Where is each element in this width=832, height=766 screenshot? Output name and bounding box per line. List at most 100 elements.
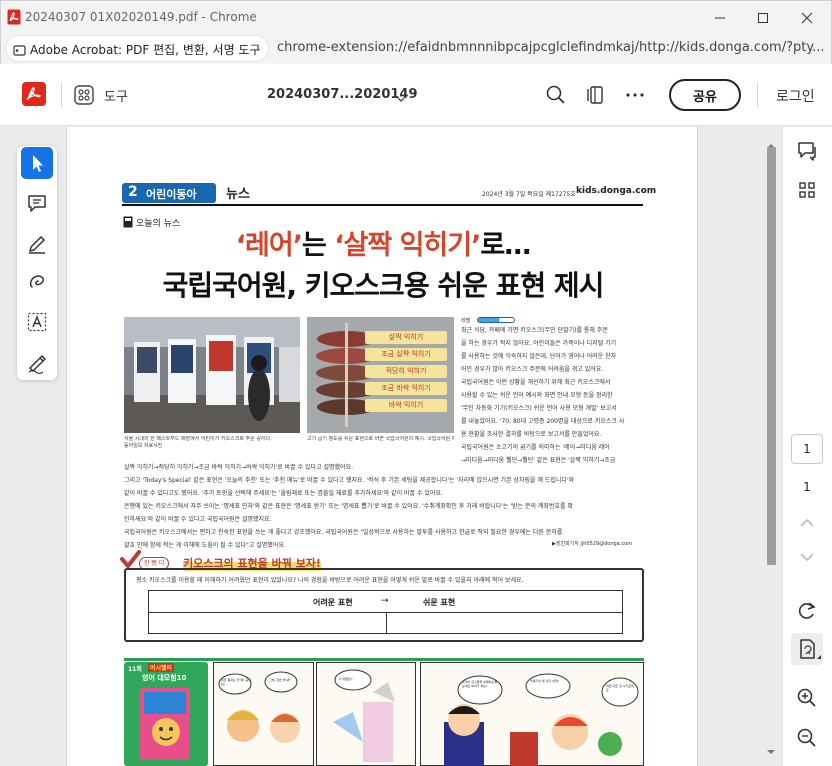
article-line: 어인 경우가 많아 키오스크 주문에 어려움을 겪고 있어요. [461,366,604,373]
comic-title-2: 영어 대모험10 [142,674,187,682]
rotate-icon[interactable] [791,594,823,626]
comic-title-1: 머시멜의 [148,663,175,672]
draw-freehand-icon[interactable] [21,266,53,298]
next-page-icon[interactable] [791,541,823,573]
title-bar: 20240307 01X02020149.pdf - Chrome [0,0,832,34]
comic-bubble: 그래, 한번 해 봐! [269,678,291,682]
zoom-in-icon[interactable] [791,682,823,714]
article-line: 국립국어원은 키오스크에서는 편하고 친숙한 표현을 쓰는 게 좋다고 강조했어… [124,529,563,536]
page-extract-icon[interactable] [791,633,823,665]
extension-name: Adobe Acrobat: PDF 편집, 변환, 서명 도구 [30,43,261,57]
article-line: 최근 식당, 카페에 가면 키오스크(무인 단말기)를 통해 주문 [461,327,608,334]
minimize-icon[interactable] [711,9,729,27]
add-comment-icon[interactable] [21,187,53,219]
table-col-hard: 어려운 표현 [313,598,353,607]
comments-icon[interactable] [791,135,823,167]
steak-label-3: 적당히 익히기 [365,365,447,378]
comic-bubble: 이 애들은? [339,677,353,681]
article-line: 를 사용하는 것에 익숙하지 않은데, 단어가 영어나 어려운 한자 [461,353,617,360]
maximize-icon[interactable] [754,9,772,27]
photo-caption-2: 고기 굽기 정도를 쉬운 표현으로 바꾼 국립국어원의 예시. 국립국어원 제공 [307,436,454,442]
address-bar: Adobe Acrobat: PDF 편집, 변환, 서명 도구 chrome-… [0,34,832,64]
headline-mid-2: 로… [480,230,531,261]
photo-caption-1: 서울 시내의 한 패스트푸드 매장에서 어린이가 키오스크로 주문 중이다. 동… [124,436,300,450]
comic-book-ad: 11회 머시멜의 영어 대모험10 [124,662,208,766]
reading-level-bar [477,317,515,323]
comic-bubble: 파란 다른 것 시키로워요 [606,684,634,692]
article-line: 을 하는 경우가 적지 않아요. 어린이들은 가족이나 디지털 기기 [461,340,617,347]
url-text[interactable]: chrome-extension://efaidnbmnnnibpcajpcgl… [277,40,829,55]
comic-episode: 11회 [128,666,142,673]
activity-box: 평소 키오스크를 이용할 때 이해하기 어려웠던 표현이 있었나요? 나의 경험… [124,568,644,642]
page-view-icon[interactable] [585,84,607,106]
text-select-icon[interactable] [21,306,53,338]
article-line: 국립국어원은 이런 상황을 개선하기 위해 최근 키오스크에서 [461,379,611,386]
header-rule [122,204,643,206]
article-line: 인하세요'와 같이 바꿀 수 있다고 국립국어원은 설명했지요. [124,516,272,523]
total-pages: 1 [803,480,811,494]
acrobat-toolbar: 도구 20240307...2020149 공유 로그인 [0,64,832,126]
search-icon[interactable] [545,84,567,106]
steak-label-1: 살짝 익히기 [365,331,447,344]
checkmark-icon [119,550,141,570]
extension-page-icon [13,42,26,56]
more-options-icon[interactable] [624,84,646,106]
issue-date: 2024년 3월 7일 목요일 제17275호 [482,191,576,198]
article-right-column: 최근 식당, 카페에 가면 키오스크(무인 단말기)를 통해 주문 을 하는 경… [461,324,643,467]
headline-mid-1: 는 [301,230,335,261]
tools-label[interactable]: 도구 [104,86,128,105]
toolbar-divider-2 [757,82,758,108]
steak-label-5: 바싹 익히기 [365,399,447,412]
article-full-width: 살짝 익히기→적당히 익히기→조금 바싹 익히기→바싹 익히기'로 바꿀 수 있… [124,461,644,552]
steak-illustration: 살짝 익히기 조금 살짝 익히기 적당히 익히기 조금 바싹 익히기 바싹 익히… [307,317,454,433]
pdf-page: 2 어린이동아 뉴스 2024년 3월 7일 목요일 제17275호 kids.… [66,127,698,766]
share-button[interactable]: 공유 [669,79,741,111]
byline: ▶장진희기자 jjh0529@donga.com [552,541,633,547]
acrobat-logo-icon[interactable] [22,82,46,106]
fill-sign-icon[interactable] [21,345,53,377]
previous-page-icon[interactable] [791,507,823,539]
photo-caption-1-source: 동아일보 자료사진 [124,443,163,449]
document-workspace: 2 어린이동아 뉴스 2024년 3월 7일 목요일 제17275호 kids.… [0,127,782,766]
section-tag: 뉴스 [226,187,250,202]
steak-label-4: 조금 바싹 익히기 [365,382,447,395]
headline-line-1: ‘레어’는 ‘살짝 익히기’로… [67,223,697,262]
tools-grid-icon[interactable] [73,84,95,106]
box-prompt: 평소 키오스크를 이용할 때 이해하기 어려웠던 표현이 있었나요? 나의 경험… [136,577,524,584]
article-line: 살짝 익히기→적당히 익히기→조금 바싹 익히기→바싹 익히기'로 바꿀 수 있… [124,464,354,471]
comic-bubble: 주걱아 한구들을 실패하도록 보내는 봐야가 하는? [462,680,498,688]
table-arrow: → [381,596,389,606]
kiosk-photo [124,317,300,433]
highlight-pen-icon[interactable] [21,226,53,258]
photo-caption-1-text: 서울 시내의 한 패스트푸드 매장에서 어린이가 키오스크로 주문 중이다. [124,436,272,442]
close-icon[interactable] [798,9,816,27]
zoom-out-icon[interactable] [791,722,823,754]
select-cursor-icon[interactable] [21,147,53,179]
page-number-input[interactable]: 1 [791,434,823,464]
site-name: kids.donga.com [576,186,657,196]
right-side-panel: 1 1 [782,127,832,766]
newspaper-header: 2 어린이동아 뉴스 2024년 3월 7일 목요일 제17275호 kids.… [122,182,656,204]
extension-chip[interactable]: Adobe Acrobat: PDF 편집, 변환, 서명 도구 [6,36,268,61]
login-button[interactable]: 로그인 [776,86,815,106]
scroll-thumb[interactable] [767,147,776,565]
article-line: 국립국어원은 소고기의 굽기를 의미하는 '레어→미디움 레어 [461,444,610,451]
comic-bubble: 이야기의 빛 내가 하게! [530,679,559,683]
section-number: 2 [128,184,138,200]
article-line: '무인 자동화 기기(키오스크) 쉬운 언어 사용 모형 개발' 보고서 [461,405,617,412]
table-col-easy: 쉬운 표현 [423,598,456,607]
comic-panel-right: 주걱아 한구들을 실패하도록 보내는 봐야가 하는? 이야기의 빛 내가 하게!… [420,662,644,766]
browser-window: 20240307 01X02020149.pdf - Chrome Adobe … [0,0,832,766]
article-line: 같이 바꿀 수 있다고도 했어요. '추가 토핑을 선택해 주세요'는 '올림재… [124,490,443,497]
vertical-scrollbar[interactable] [764,141,778,759]
pdf-file-icon [7,9,21,25]
quick-tools-panel [17,146,57,380]
comic-panel-left: 잠깐 통과는 안 돼! 공주님! 그래, 한번 해 봐! 이 애들은? [213,662,416,766]
article-line: 그리고 'Today's Special' 같은 표현은 '오늘의 추천' 또는… [124,477,575,484]
window-title: 20240307 01X02020149.pdf - Chrome [25,10,257,24]
thumbnails-grid-icon[interactable] [791,174,823,206]
steak-label-2: 조금 살짝 익히기 [365,348,447,361]
chevron-down-icon[interactable] [395,90,407,102]
section-badge: 2 어린이동아 [122,183,216,203]
headline-quote-1: ‘레어’ [235,230,303,261]
